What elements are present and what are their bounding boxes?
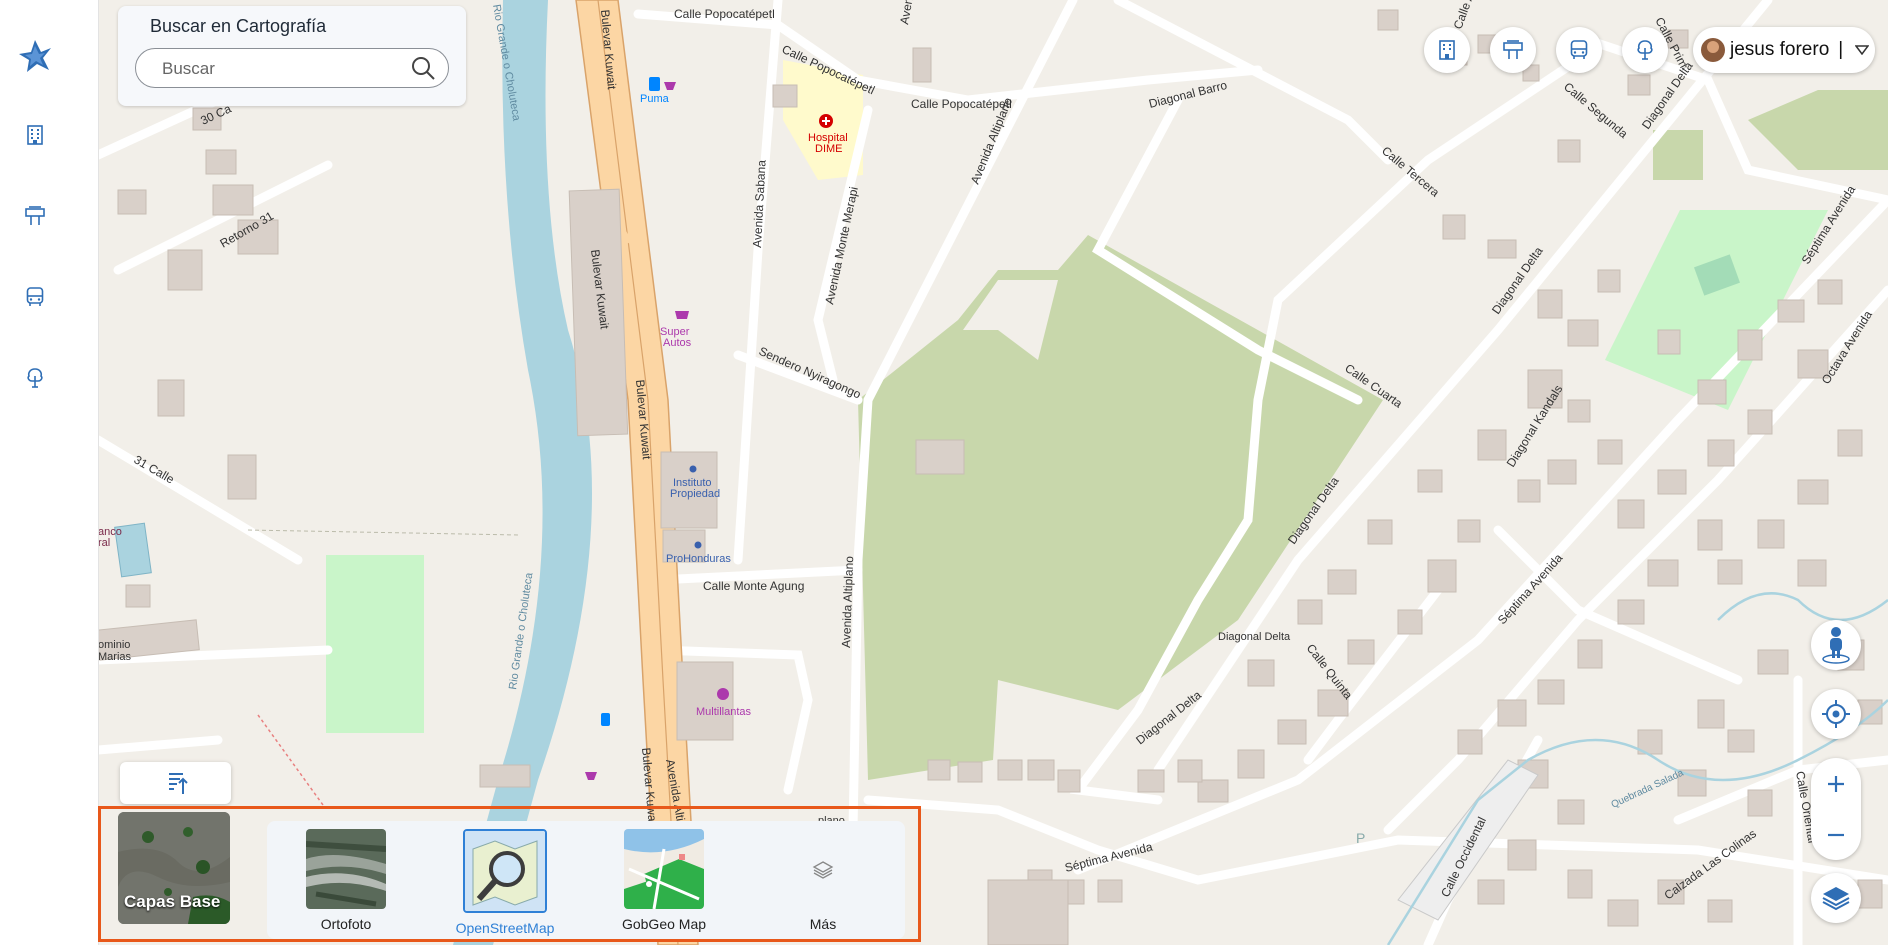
map-label: Autos	[663, 337, 692, 349]
pegman-icon	[1822, 627, 1850, 664]
search-icon[interactable]	[410, 55, 436, 81]
user-name: jesus forero	[1730, 39, 1830, 60]
fuel-station-icon	[649, 77, 660, 91]
search-box[interactable]	[135, 48, 449, 88]
search-panel: Buscar en Cartografía	[118, 6, 466, 106]
map-label: ProHonduras	[666, 553, 731, 565]
basemap-options: Ortofoto OpenStreetMap GobGeo Map Más	[267, 821, 905, 939]
rail-building-icon[interactable]	[22, 122, 48, 148]
category-building-button[interactable]	[1424, 27, 1470, 73]
map-label: Aven	[897, 0, 916, 26]
plus-icon	[1828, 775, 1844, 792]
layers-icon	[1822, 887, 1850, 911]
category-bus-button[interactable]	[1556, 27, 1602, 73]
map-label: Quebrada Salada	[1610, 767, 1686, 810]
map-label: ral	[98, 537, 110, 549]
basemap-option-label: OpenStreetMap	[455, 920, 555, 936]
category-tree-button[interactable]	[1622, 27, 1668, 73]
layers-button[interactable]	[1811, 873, 1861, 923]
signpost-icon	[1503, 40, 1523, 59]
search-input[interactable]	[160, 58, 394, 80]
user-separator: |	[1838, 39, 1844, 60]
map-label: Marias	[98, 651, 132, 663]
shop-icon-2	[585, 772, 597, 780]
app-logo[interactable]	[17, 38, 53, 74]
basemap-option-label: GobGeo Map	[621, 916, 707, 932]
map-label: Calle Monte Agung	[703, 579, 804, 593]
car-shop-icon	[675, 311, 689, 319]
map-label: 31 Calle	[132, 452, 177, 486]
basemap-option-ortofoto[interactable]: Ortofoto	[296, 829, 396, 932]
basemap-option-gobgeo[interactable]: GobGeo Map	[614, 829, 714, 932]
layers-icon	[812, 861, 834, 879]
gobgeo-thumbnail	[624, 829, 704, 909]
category-signpost-button[interactable]	[1490, 27, 1536, 73]
shop-icon	[664, 82, 676, 90]
map-label: Avenida Sabana	[750, 159, 769, 248]
map-label: DIME	[815, 143, 843, 155]
chevron-down-icon[interactable]	[1855, 45, 1870, 55]
search-title: Buscar en Cartografía	[150, 16, 327, 36]
tyres-icon	[717, 688, 729, 700]
building-icon	[1439, 40, 1455, 60]
map-label: Propiedad	[670, 488, 720, 500]
map-label: Octava Avenida	[1819, 308, 1875, 387]
map-label: ominio	[98, 639, 130, 651]
current-basemap-button[interactable]: Capas Base	[118, 812, 230, 924]
crosshair-icon	[1822, 700, 1850, 728]
zoom-control	[1811, 758, 1861, 860]
locate-me-button[interactable]	[1811, 689, 1861, 739]
rail-bus-icon[interactable]	[22, 284, 48, 310]
tree-icon	[1637, 40, 1653, 60]
basemap-option-label: Ortofoto	[320, 916, 372, 932]
map-label: Calle Agu	[1451, 0, 1482, 31]
zoom-in-button[interactable]	[1811, 758, 1861, 809]
fuel-station-icon-2	[601, 713, 610, 726]
basemap-option-label: Más	[809, 916, 837, 932]
street-view-button[interactable]	[1811, 620, 1861, 670]
map-canvas[interactable]: Calle Popocatépetl Calle Popocatépetl Ca…	[98, 0, 1888, 945]
map-label: Diagonal Delta	[1218, 631, 1291, 643]
avatar	[1701, 38, 1725, 62]
bus-icon	[1570, 40, 1588, 59]
map-label: Multillantas	[696, 706, 752, 718]
map-label: Puma	[640, 93, 670, 105]
office-icon-2	[694, 541, 702, 549]
map-label: Calle Popocatépetl	[674, 7, 775, 21]
rail-tree-icon[interactable]	[22, 365, 48, 391]
basemap-option-openstreetmap[interactable]: OpenStreetMap	[455, 829, 555, 936]
minus-icon	[1828, 833, 1844, 836]
zoom-out-button[interactable]	[1811, 809, 1861, 860]
current-basemap-label: Capas Base	[124, 892, 221, 911]
map-label: P	[1356, 830, 1365, 846]
user-menu[interactable]: jesus forero |	[1693, 27, 1875, 73]
sort-up-icon	[168, 773, 188, 794]
basemap-option-mas[interactable]: Más	[773, 829, 873, 932]
map-label: Calle Segunda	[1561, 80, 1631, 142]
left-rail	[0, 0, 99, 945]
basemap-panel-toggle[interactable]	[120, 762, 231, 804]
office-icon	[689, 465, 697, 473]
rail-signpost-icon[interactable]	[22, 203, 48, 229]
map-label: Calzada Las Colinas	[1662, 826, 1759, 902]
openstreetmap-thumbnail	[463, 829, 547, 913]
ortofoto-thumbnail	[306, 829, 386, 909]
more-thumbnail	[783, 829, 863, 909]
